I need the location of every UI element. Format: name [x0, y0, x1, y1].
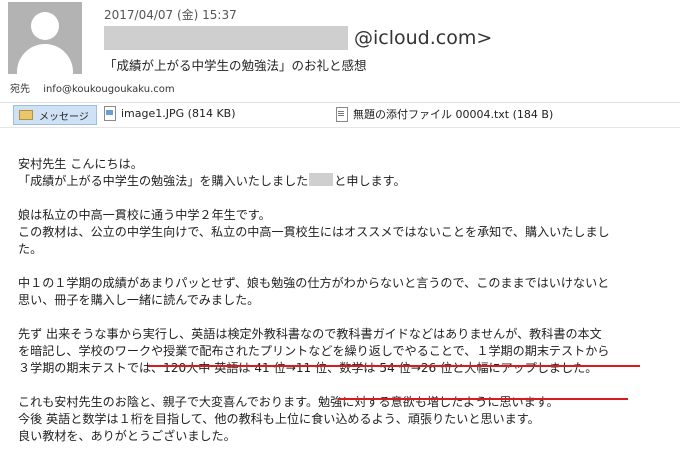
body-line: 中１の１学期の成績があまりパッとせず、娘も勉強の仕方がわからないと言うので、この… — [18, 276, 610, 290]
body-line: この教材は、公立の中学生向けで、私立の中高一貫校生にはオススメではないことを承知… — [18, 225, 610, 239]
attachment-text-label: 無題の添付ファイル 00004.txt (184 B) — [353, 108, 554, 121]
to-label: 宛先 — [10, 84, 30, 95]
body-line: これも安村先生のお陰と、親子で大変喜んでおります。勉強に対する意欲も増したように… — [18, 395, 559, 409]
message-tab-label: メッセージ — [39, 111, 89, 123]
body-line: 思い、冊子を購入し一緒に読んでみました。 — [18, 293, 260, 307]
attachment-image-label: image1.JPG (814 KB) — [121, 107, 236, 120]
recipient-row: 宛先 info@koukougoukaku.com — [10, 80, 175, 95]
red-underline-results — [148, 365, 640, 367]
body-line: 良い教材を、ありがとうございました。 — [18, 429, 236, 443]
body-text: と申します。 — [334, 174, 406, 188]
envelope-icon — [19, 110, 33, 120]
red-underline-motivation — [338, 398, 628, 400]
attachment-image[interactable]: image1.JPG (814 KB) — [104, 106, 236, 121]
email-body: 安村先生 こんにちは。 「成績が上がる中学生の勉強法」を購入いたしました と申しま… — [18, 156, 678, 445]
sender-address-domain[interactable]: @icloud.com> — [354, 27, 492, 49]
email-subject: 「成績が上がる中学生の勉強法」のお礼と感想 — [104, 58, 367, 73]
body-line: 娘は私立の中高一貫校に通う中学２年生です。 — [18, 208, 271, 222]
avatar-body-shape — [17, 44, 73, 74]
body-line: 安村先生 こんにちは。 — [18, 157, 143, 171]
attachment-bar: メッセージ image1.JPG (814 KB) 無題の添付ファイル 0000… — [0, 102, 680, 128]
body-line: 今後 英語と数学は１桁を目指して、他の教科も上位に食い込めるよう、頑張りたいと思… — [18, 412, 540, 426]
body-line: 「成績が上がる中学生の勉強法」を購入いたしました と申します。 — [18, 173, 678, 190]
email-date: 2017/04/07 (金) 15:37 — [104, 8, 237, 22]
body-line: 先ず 出来そうな事から実行し、英語は検定外教科書なので教科書ガイドなどはありませ… — [18, 327, 602, 341]
body-line: た。 — [18, 242, 43, 256]
avatar-head-shape — [31, 12, 59, 40]
sender-row: @icloud.com> — [104, 24, 492, 52]
body-line: ３学期の期末テストでは、120人中 英語は 41 位→11 位、数学は 54 位… — [18, 361, 598, 375]
body-line: を暗記し、学校のワークや授業で配布されたプリントなどを繰り返しでやることで、１学… — [18, 344, 610, 358]
recipient-address[interactable]: info@koukougoukaku.com — [43, 84, 174, 95]
redacted-name — [309, 173, 334, 186]
attachment-text[interactable]: 無題の添付ファイル 00004.txt (184 B) — [336, 106, 553, 122]
image-file-icon — [104, 106, 116, 121]
sender-avatar — [8, 2, 82, 74]
body-text: 「成績が上がる中学生の勉強法」を購入いたしました — [18, 174, 309, 188]
redacted-sender-name — [104, 26, 348, 50]
message-tab[interactable]: メッセージ — [13, 105, 97, 125]
text-file-icon — [336, 106, 348, 122]
